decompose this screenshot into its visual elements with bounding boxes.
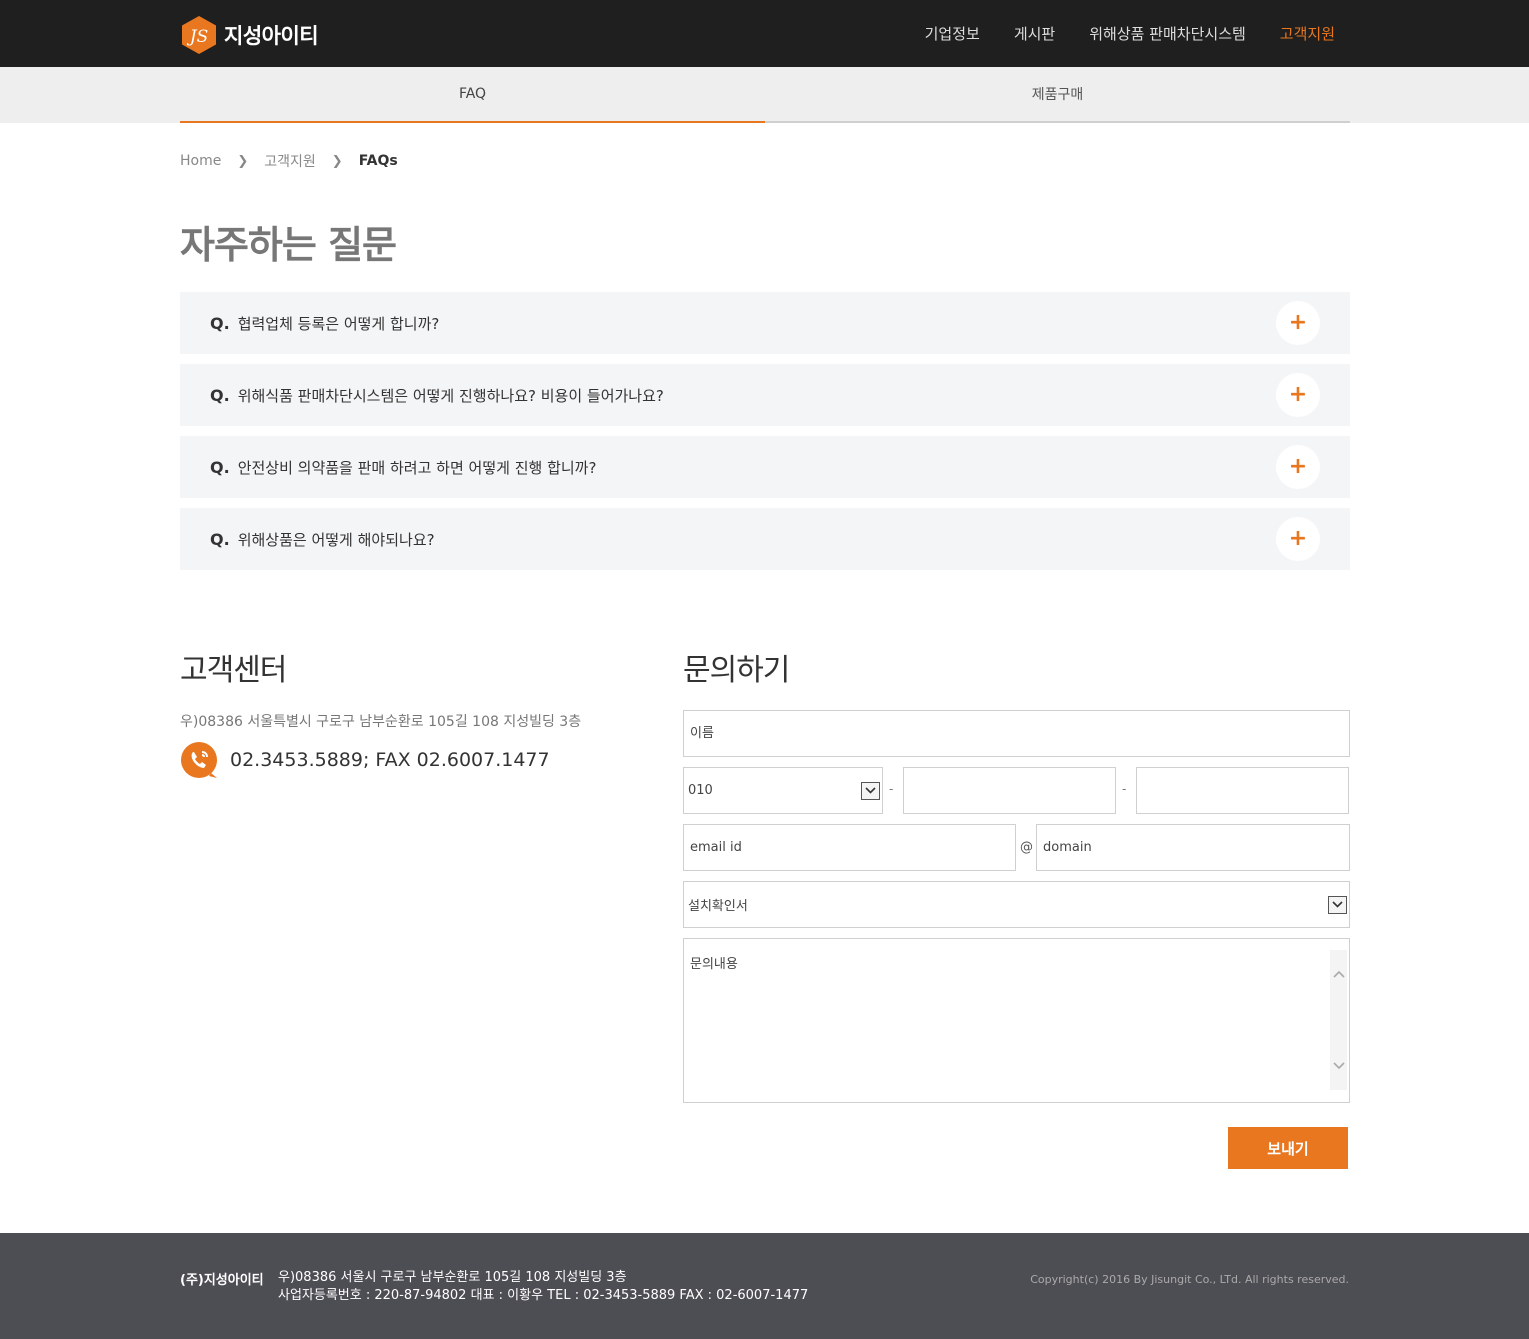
email-domain-input[interactable] — [1036, 824, 1350, 871]
faq-question: 안전상비 의약품을 판매 하려고 하면 어떻게 진행 합니까? — [237, 458, 597, 477]
expand-button[interactable]: + — [1276, 517, 1320, 561]
name-input[interactable] — [683, 710, 1350, 757]
footer-address-line2: 사업자등록번호 : 220-87-94802 대표 : 이황우 TEL : 02… — [278, 1288, 809, 1303]
inquiry-category-value: 설치확인서 — [688, 899, 748, 914]
email-id-input[interactable] — [683, 824, 1016, 871]
faq-item[interactable]: Q. 위해식품 판매차단시스템은 어떻게 진행하나요? 비용이 들어가나요? + — [180, 364, 1350, 426]
inquiry-content-textarea[interactable] — [683, 938, 1350, 1103]
faq-item[interactable]: Q. 안전상비 의약품을 판매 하려고 하면 어떻게 진행 합니까? + — [180, 436, 1350, 498]
phone-prefix-select[interactable]: 010 — [683, 767, 883, 814]
phone-last-input[interactable] — [1136, 767, 1349, 814]
logo-hexagon-icon: JS — [182, 16, 216, 54]
nav-customer-support[interactable]: 고객지원 — [1280, 23, 1335, 44]
email-at-sign: @ — [1020, 840, 1033, 855]
faq-question: 협력업체 등록은 어떻게 합니까? — [237, 314, 440, 333]
send-button[interactable]: 보내기 — [1228, 1127, 1348, 1169]
scroll-down-icon[interactable] — [1330, 1056, 1347, 1076]
phone-separator: - — [1122, 782, 1127, 796]
plus-icon: + — [1288, 382, 1308, 407]
chevron-right-icon: ❯ — [237, 153, 249, 169]
faq-q-label: Q. — [210, 385, 230, 405]
nav-board[interactable]: 게시판 — [1014, 23, 1055, 44]
logo-mark: JS — [187, 27, 208, 47]
phone-icon — [181, 742, 217, 778]
footer: (주)지성아이티 우)08386 서울시 구로구 남부순환로 105길 108 … — [0, 1233, 1529, 1339]
faq-q-label: Q. — [210, 457, 230, 477]
sub-tabs: FAQ 제품구매 — [180, 67, 1350, 123]
inquiry-title: 문의하기 — [683, 653, 790, 688]
phone-middle-input[interactable] — [903, 767, 1116, 814]
customer-center-address: 우)08386 서울특별시 구로구 남부순환로 105길 108 지성빌딩 3층 — [180, 714, 582, 730]
faq-q-label: Q. — [210, 313, 230, 333]
faq-question: 위해식품 판매차단시스템은 어떻게 진행하나요? 비용이 들어가나요? — [237, 386, 664, 405]
expand-button[interactable]: + — [1276, 373, 1320, 417]
breadcrumb-home[interactable]: Home — [180, 153, 221, 169]
footer-address: 우)08386 서울시 구로구 남부순환로 105길 108 지성빌딩 3층 사… — [278, 1269, 808, 1305]
textarea-scrollbar[interactable] — [1330, 950, 1347, 1090]
scroll-up-icon[interactable] — [1330, 964, 1347, 984]
phone-prefix-value: 010 — [688, 783, 713, 798]
tab-product-purchase[interactable]: 제품구매 — [765, 67, 1350, 123]
phone-separator: - — [889, 782, 894, 796]
breadcrumb-current: FAQs — [358, 153, 398, 169]
faq-item[interactable]: Q. 협력업체 등록은 어떻게 합니까? + — [180, 292, 1350, 354]
expand-button[interactable]: + — [1276, 301, 1320, 345]
nav-sales-block-system[interactable]: 위해상품 판매차단시스템 — [1089, 23, 1246, 44]
main-nav: 기업정보 게시판 위해상품 판매차단시스템 고객지원 — [891, 0, 1335, 67]
plus-icon: + — [1288, 526, 1308, 551]
footer-copyright: Copyright(c) 2016 By Jisungit Co., LTd. … — [1030, 1273, 1349, 1286]
plus-icon: + — [1288, 310, 1308, 335]
tab-faq[interactable]: FAQ — [180, 67, 765, 123]
nav-company-info[interactable]: 기업정보 — [925, 23, 980, 44]
faq-q-label: Q. — [210, 529, 230, 549]
footer-address-line1: 우)08386 서울시 구로구 남부순환로 105길 108 지성빌딩 3층 — [278, 1270, 627, 1285]
logo-text: 지성아이티 — [224, 24, 319, 48]
chevron-down-icon — [1328, 895, 1347, 914]
plus-icon: + — [1288, 454, 1308, 479]
breadcrumb: Home ❯ 고객지원 ❯ FAQs — [180, 150, 398, 172]
inquiry-category-select[interactable]: 설치확인서 — [683, 881, 1350, 928]
sub-nav-bar: FAQ 제품구매 — [0, 67, 1529, 123]
breadcrumb-section[interactable]: 고객지원 — [264, 151, 316, 171]
customer-center-title: 고객센터 — [180, 653, 287, 688]
expand-button[interactable]: + — [1276, 445, 1320, 489]
customer-center-phone-row: 02.3453.5889; FAX 02.6007.1477 — [180, 741, 550, 779]
logo[interactable]: JS 지성아이티 — [180, 15, 319, 55]
faq-list: Q. 협력업체 등록은 어떻게 합니까? + Q. 위해식품 판매차단시스템은 … — [180, 292, 1350, 580]
page-title: 자주하는 질문 — [180, 223, 397, 267]
chevron-right-icon: ❯ — [331, 153, 343, 169]
faq-item[interactable]: Q. 위해상품은 어떻게 해야되나요? + — [180, 508, 1350, 570]
top-header: JS 지성아이티 기업정보 게시판 위해상품 판매차단시스템 고객지원 — [0, 0, 1529, 67]
customer-center-phone: 02.3453.5889; FAX 02.6007.1477 — [230, 749, 550, 771]
faq-question: 위해상품은 어떻게 해야되나요? — [237, 530, 435, 549]
footer-company: (주)지성아이티 — [180, 1273, 264, 1288]
chevron-down-icon — [861, 781, 880, 800]
